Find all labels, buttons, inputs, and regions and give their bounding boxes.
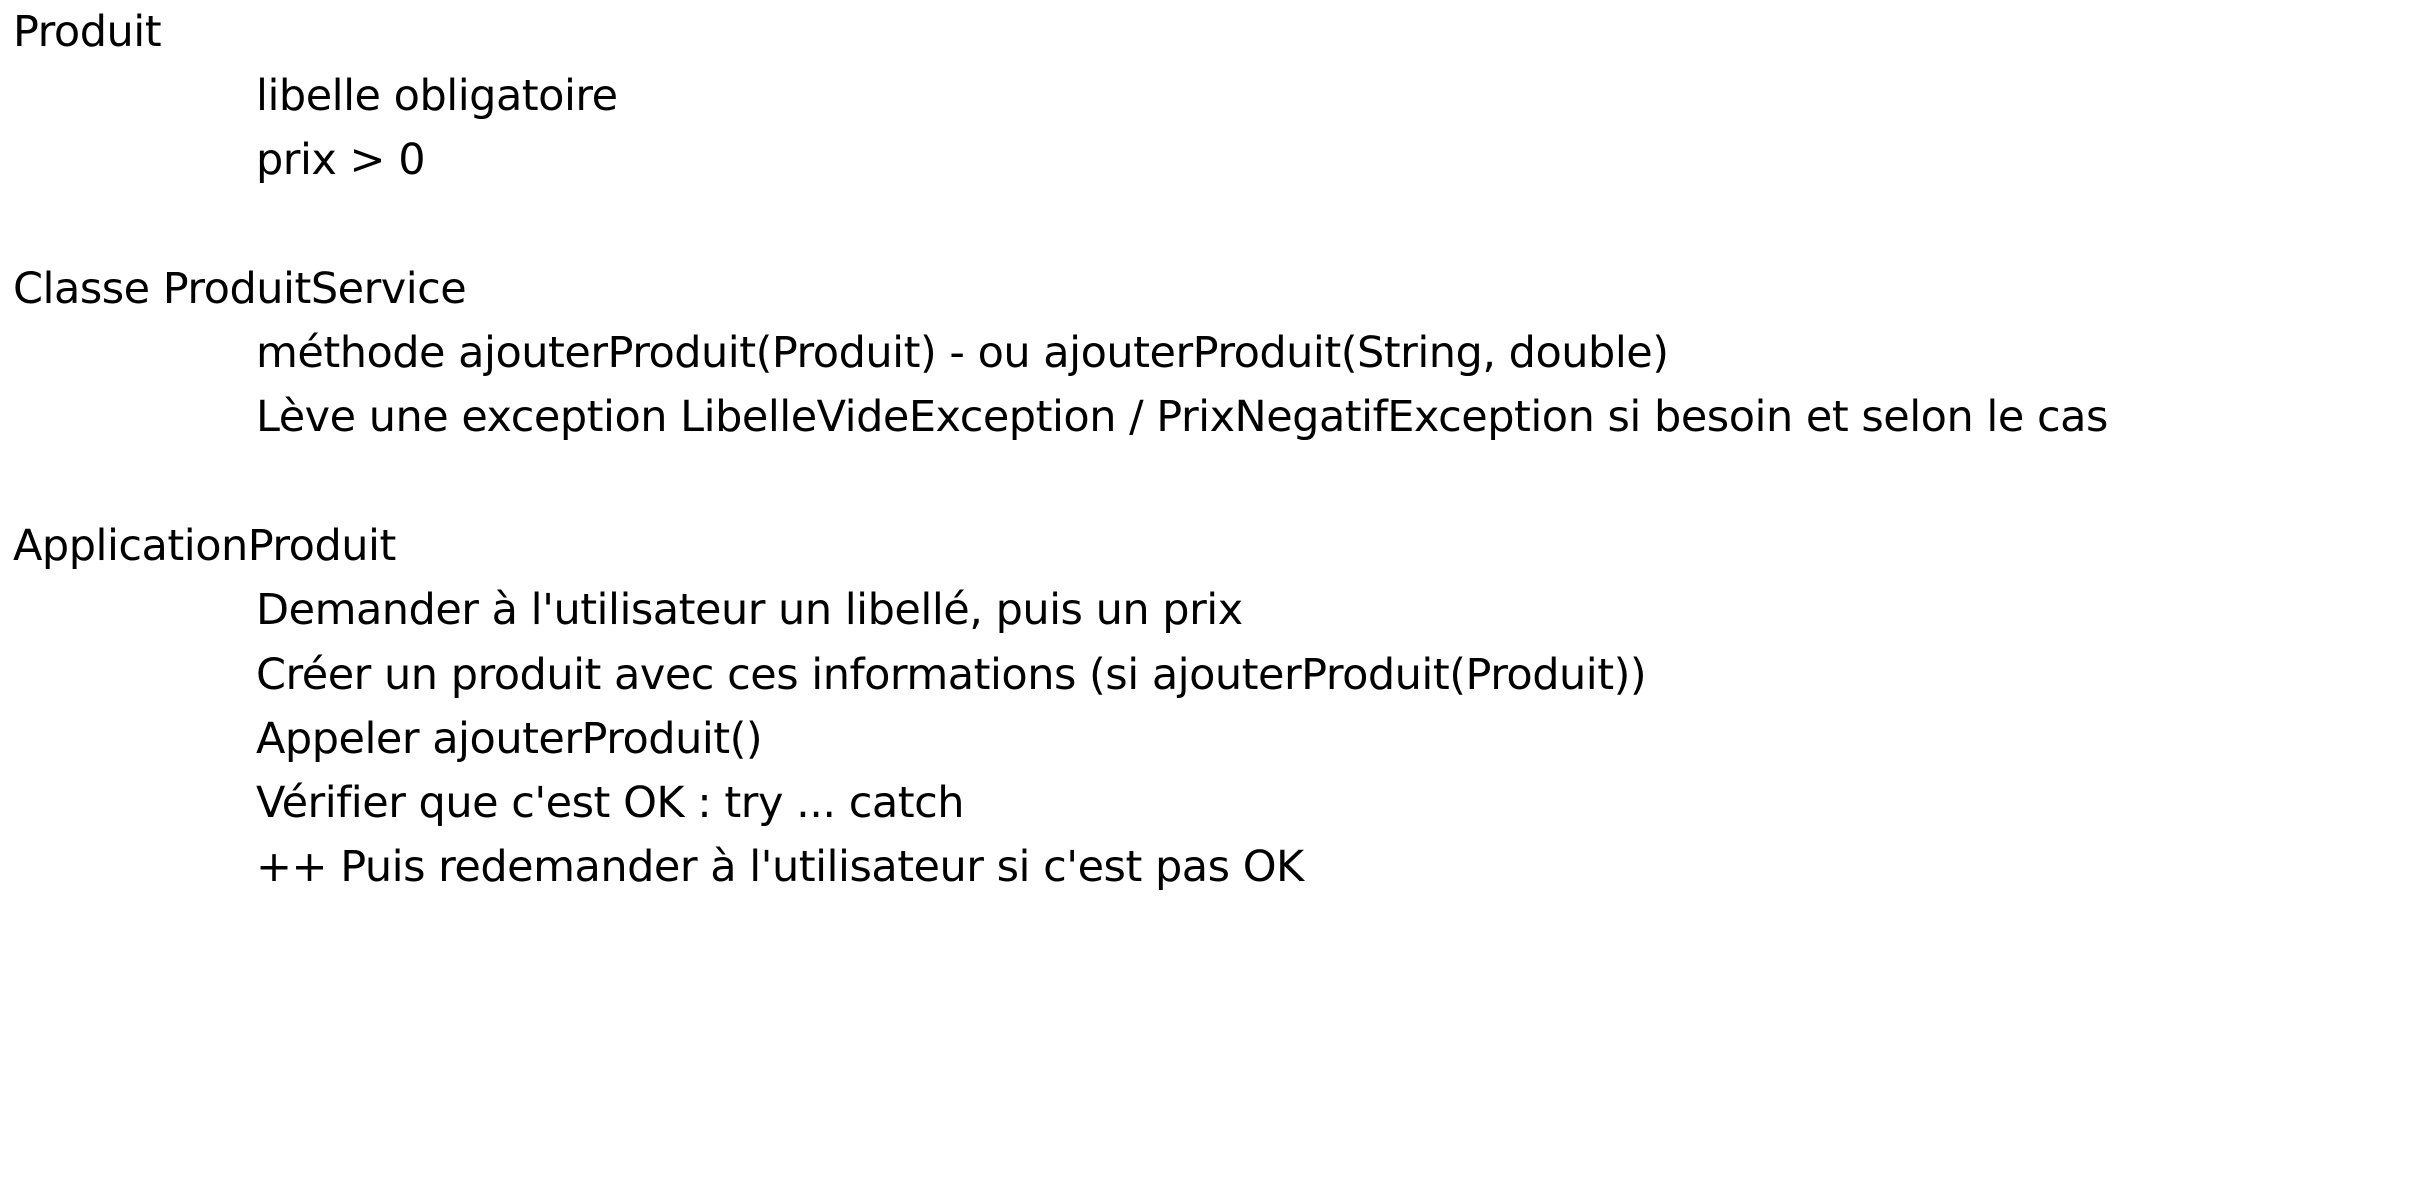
section-item: Demander à l'utilisateur un libellé, pui… — [256, 585, 1243, 635]
section-item: prix > 0 — [256, 135, 426, 185]
section-item: Lève une exception LibelleVideException … — [256, 392, 2108, 442]
section-item: ++ Puis redemander à l'utilisateur si c'… — [256, 842, 1304, 892]
section-item: Vérifier que c'est OK : try ... catch — [256, 778, 965, 828]
section-item: libelle obligatoire — [256, 71, 618, 121]
section-title-produit-service: Classe ProduitService — [13, 264, 467, 314]
section-title-produit: Produit — [13, 7, 162, 57]
section-title-application-produit: ApplicationProduit — [13, 521, 396, 571]
section-item: méthode ajouterProduit(Produit) - ou ajo… — [256, 328, 1669, 378]
section-item: Créer un produit avec ces informations (… — [256, 650, 1647, 700]
section-item: Appeler ajouterProduit() — [256, 714, 763, 764]
